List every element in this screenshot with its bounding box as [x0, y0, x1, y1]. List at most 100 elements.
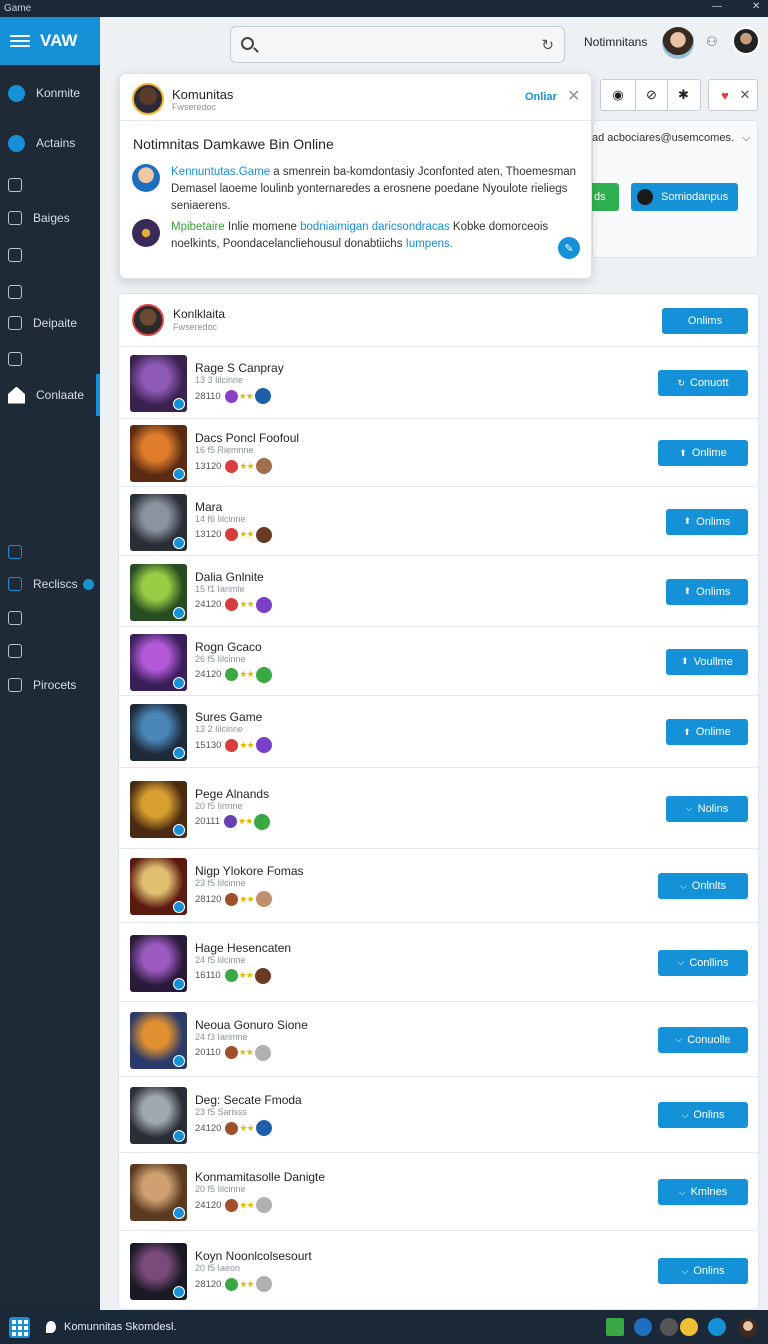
game-row[interactable]: Konmamitasolle Danigte 20 f5 Iilcinne 2412… — [119, 1153, 758, 1231]
game-row[interactable]: Rogn Gcaco 26 f5 Iilcinne 24120 ★★ ⬆ Voullme — [119, 627, 758, 696]
game-thumbnail[interactable] — [130, 1087, 187, 1144]
game-title[interactable]: Rogn Gcaco — [195, 640, 262, 654]
message-link[interactable]: Kennuntutas.Game — [171, 166, 270, 178]
game-thumbnail[interactable] — [130, 1243, 187, 1300]
game-title[interactable]: Sures Game — [195, 710, 262, 724]
game-row[interactable]: Koyn Noonlcolsesourt 20 f5 Iaeon 28120 ★★ ⌵ O… — [119, 1231, 758, 1309]
game-thumbnail[interactable] — [130, 780, 187, 838]
game-title[interactable]: Nigp Ylokore Fomas — [195, 864, 304, 878]
game-row[interactable]: Hage Hesencaten 24 f5 Iilcinne 16110 ★★ ⌵ Con… — [119, 923, 758, 1002]
game-row[interactable]: Sures Game 13 2 Iilcinne 15130 ★★ ⬆ Onlime — [119, 696, 758, 768]
message-link[interactable]: Mpibetaire — [171, 221, 225, 233]
leaf-icon[interactable]: ⊘ — [635, 80, 667, 110]
settings-tray-icon[interactable] — [660, 1318, 678, 1336]
platform-badge-icon — [173, 536, 185, 549]
sidebar-item-12[interactable] — [0, 638, 100, 664]
game-thumbnail[interactable] — [130, 1164, 187, 1221]
game-row[interactable]: Mara 14 f6 Iilcinne 13120 ★★ ⬆ Onlims — [119, 487, 758, 556]
game-thumbnail[interactable] — [130, 563, 187, 621]
game-thumbnail[interactable] — [130, 633, 187, 691]
game-action-button[interactable]: ⌵ Nolins — [666, 795, 748, 822]
notification-status[interactable]: Onliar — [525, 91, 557, 103]
game-title[interactable]: Konmamitasolle Danigte — [195, 1170, 325, 1184]
minimize-button[interactable]: — — [712, 1, 722, 12]
notes-tray-icon[interactable] — [680, 1318, 698, 1336]
game-title[interactable]: Mara — [195, 500, 222, 514]
user-avatar[interactable] — [662, 27, 694, 59]
sidebar-item-9[interactable] — [0, 539, 100, 565]
list-online-button[interactable]: Onlims — [662, 308, 748, 334]
game-row[interactable]: Dalia Gnlnite 15 f1 Iarimle 24120 ★★ ⬆ Onlims — [119, 556, 758, 627]
sidebar-item-10[interactable]: Recliscs — [0, 571, 100, 597]
game-title[interactable]: Dacs Poncl Foofoul — [195, 431, 299, 445]
taskbar-app[interactable]: Komunnitas Skomdesl. — [46, 1321, 177, 1333]
game-row[interactable]: Rage S Canpray 13 3 Iilcinne 28110 ★★ ↻ Conuo… — [119, 347, 758, 419]
bug-icon[interactable]: ✱ — [667, 80, 699, 110]
game-row[interactable]: Deg: Secate Fmoda 23 f5 Sarisss 24120 ★★ ⌵ On… — [119, 1077, 758, 1153]
sidebar-item-2[interactable] — [0, 172, 100, 198]
game-action-button[interactable]: ⬆ Onlims — [666, 508, 748, 535]
share-icon[interactable]: ⚇ — [706, 34, 718, 50]
game-row[interactable]: Nigp Ylokore Fomas 23 f5 Iilcinne 28120 ★★ ⌵… — [119, 849, 758, 923]
game-title[interactable]: Rage S Canpray — [195, 361, 284, 375]
game-action-button[interactable]: ⬆ Onlime — [658, 440, 748, 466]
game-action-button[interactable]: ⌵ Conuolle — [658, 1026, 748, 1053]
game-thumbnail[interactable] — [130, 934, 187, 992]
start-grid-icon[interactable] — [9, 1317, 30, 1338]
sidebar-item-7[interactable] — [0, 346, 100, 372]
game-thumbnail[interactable] — [130, 355, 187, 412]
message-link[interactable]: bodniaimigan daricsondracas — [300, 221, 450, 233]
game-title[interactable]: Dalia Gnlnite — [195, 570, 264, 584]
game-row[interactable]: Neoua Gonuro Sione 24 f3 Iarimne 20110 ★★ ⌵ C… — [119, 1002, 758, 1077]
game-thumbnail[interactable] — [130, 704, 187, 761]
game-action-button[interactable]: ⌵ Onlins — [658, 1102, 748, 1128]
chart-tray-icon[interactable] — [606, 1318, 624, 1336]
game-action-button[interactable]: ⌵ Conllins — [658, 949, 748, 976]
game-title[interactable]: Hage Hesencaten — [195, 941, 291, 955]
message-link[interactable]: Iumpens. — [406, 238, 453, 250]
sidebar-item-4[interactable] — [0, 242, 100, 268]
game-action-label: Onlins — [693, 1265, 725, 1277]
user-tray-avatar[interactable] — [738, 1318, 758, 1338]
profile-avatar[interactable] — [732, 27, 760, 55]
green-button[interactable]: ds — [592, 183, 619, 211]
brand[interactable]: VAW — [0, 17, 100, 65]
game-action-button[interactable]: ↻ Conuott — [658, 370, 748, 396]
close-icon[interactable]: ✕ — [729, 80, 761, 110]
search-input[interactable]: ↻ — [230, 26, 565, 63]
edit-button[interactable]: ✎ — [558, 237, 580, 259]
game-action-button[interactable]: ⬆ Onlims — [666, 578, 748, 605]
sidebar-item-6[interactable]: Deipaite — [0, 310, 100, 336]
game-action-button[interactable]: ⬆ Onlime — [666, 719, 748, 745]
game-thumbnail[interactable] — [130, 425, 187, 482]
hamburger-menu-icon[interactable] — [10, 35, 30, 47]
game-title[interactable]: Deg: Secate Fmoda — [195, 1093, 302, 1107]
refresh-icon[interactable]: ↻ — [541, 36, 554, 54]
game-action-button[interactable]: ⬆ Voullme — [666, 648, 748, 675]
record-icon[interactable]: ◉ — [602, 80, 634, 110]
game-title[interactable]: Pege Alnands — [195, 787, 269, 801]
game-row[interactable]: Dacs Poncl Foofoul 16 f5 Riemnne 13120 ★★ ⬆ O… — [119, 419, 758, 487]
sidebar-item-3[interactable]: Baiges — [0, 205, 100, 231]
close-window-button[interactable]: ✕ — [752, 1, 760, 12]
sidebar-item-1[interactable]: Actains — [0, 130, 100, 156]
sidebar-item-13[interactable]: Pirocets — [0, 672, 100, 698]
cloud-tray-icon[interactable] — [708, 1318, 726, 1336]
game-action-button[interactable]: ⌵ Kmlnes — [658, 1179, 748, 1205]
game-title[interactable]: Koyn Noonlcolsesourt — [195, 1249, 312, 1263]
game-thumbnail[interactable] — [130, 1011, 187, 1069]
sidebar-item-0[interactable]: Konmite — [0, 80, 100, 106]
game-row[interactable]: Pege Alnands 20 f5 Iirmne 20111 ★★ ⌵ Nolins — [119, 768, 758, 849]
game-title[interactable]: Neoua Gonuro Sione — [195, 1018, 308, 1032]
status-button[interactable]: Somiodanpus — [631, 183, 738, 211]
sidebar-item-11[interactable] — [0, 605, 100, 631]
browser-tray-icon[interactable] — [634, 1318, 652, 1336]
game-action-button[interactable]: ⌵ Onlins — [658, 1258, 748, 1284]
game-action-button[interactable]: ⌵ Onlnlts — [658, 873, 748, 899]
sidebar-item-8[interactable]: Conlaate — [0, 374, 100, 416]
close-icon[interactable]: ✕ — [567, 86, 580, 106]
sidebar-item-5[interactable] — [0, 279, 100, 305]
game-thumbnail[interactable] — [130, 493, 187, 551]
email-select[interactable]: ad acbociares@usemcomes. ⌵ — [592, 132, 750, 145]
game-thumbnail[interactable] — [130, 858, 187, 915]
